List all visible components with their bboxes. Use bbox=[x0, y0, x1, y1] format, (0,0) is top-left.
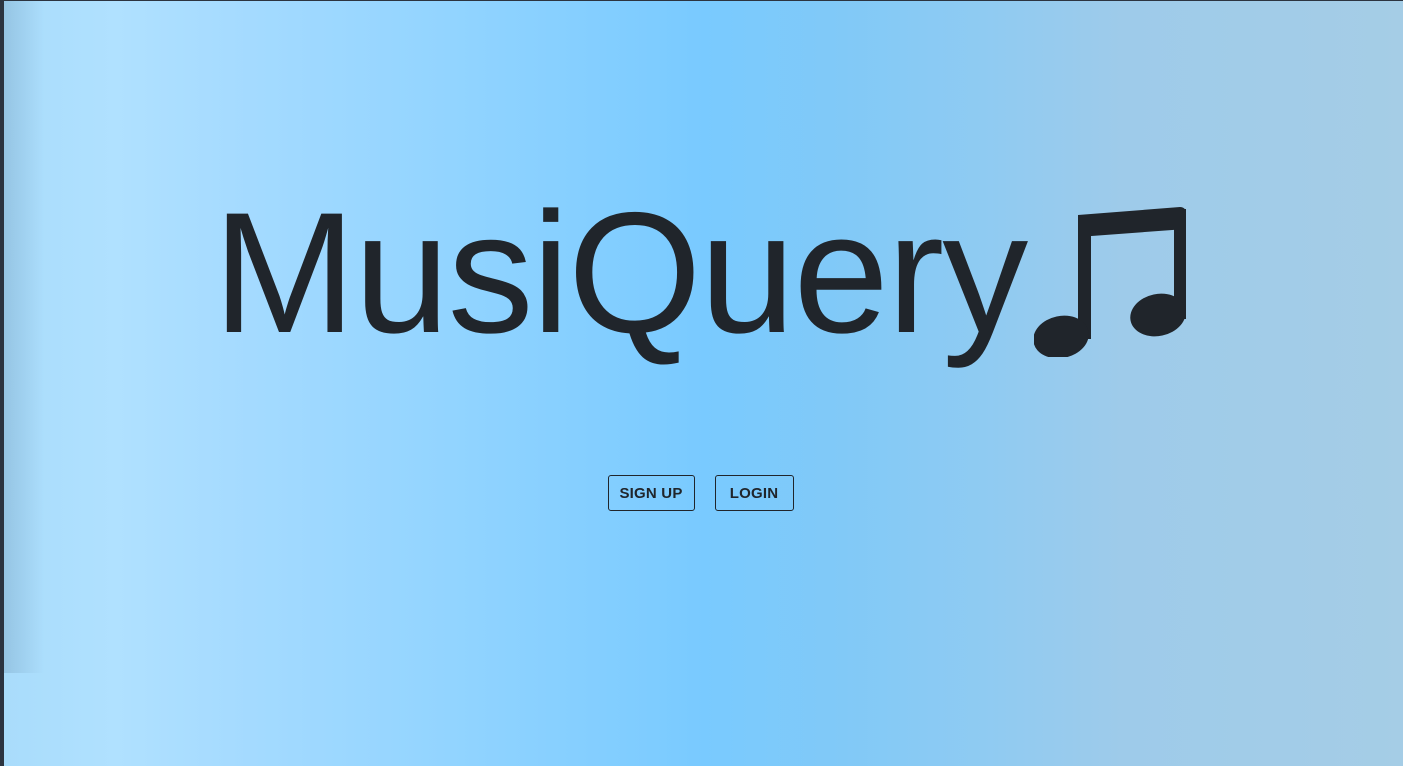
login-button[interactable]: LOGIN bbox=[714, 475, 794, 511]
sign-up-button[interactable]: SIGN UP bbox=[607, 475, 695, 511]
hero-title-row: MusiQuery bbox=[4, 171, 1403, 371]
app-title: MusiQuery bbox=[212, 177, 1029, 369]
landing-page: MusiQuery SIGN UP LOGIN bbox=[4, 1, 1403, 766]
music-note-icon bbox=[1034, 207, 1187, 357]
auth-button-row: SIGN UP LOGIN bbox=[4, 475, 1403, 511]
